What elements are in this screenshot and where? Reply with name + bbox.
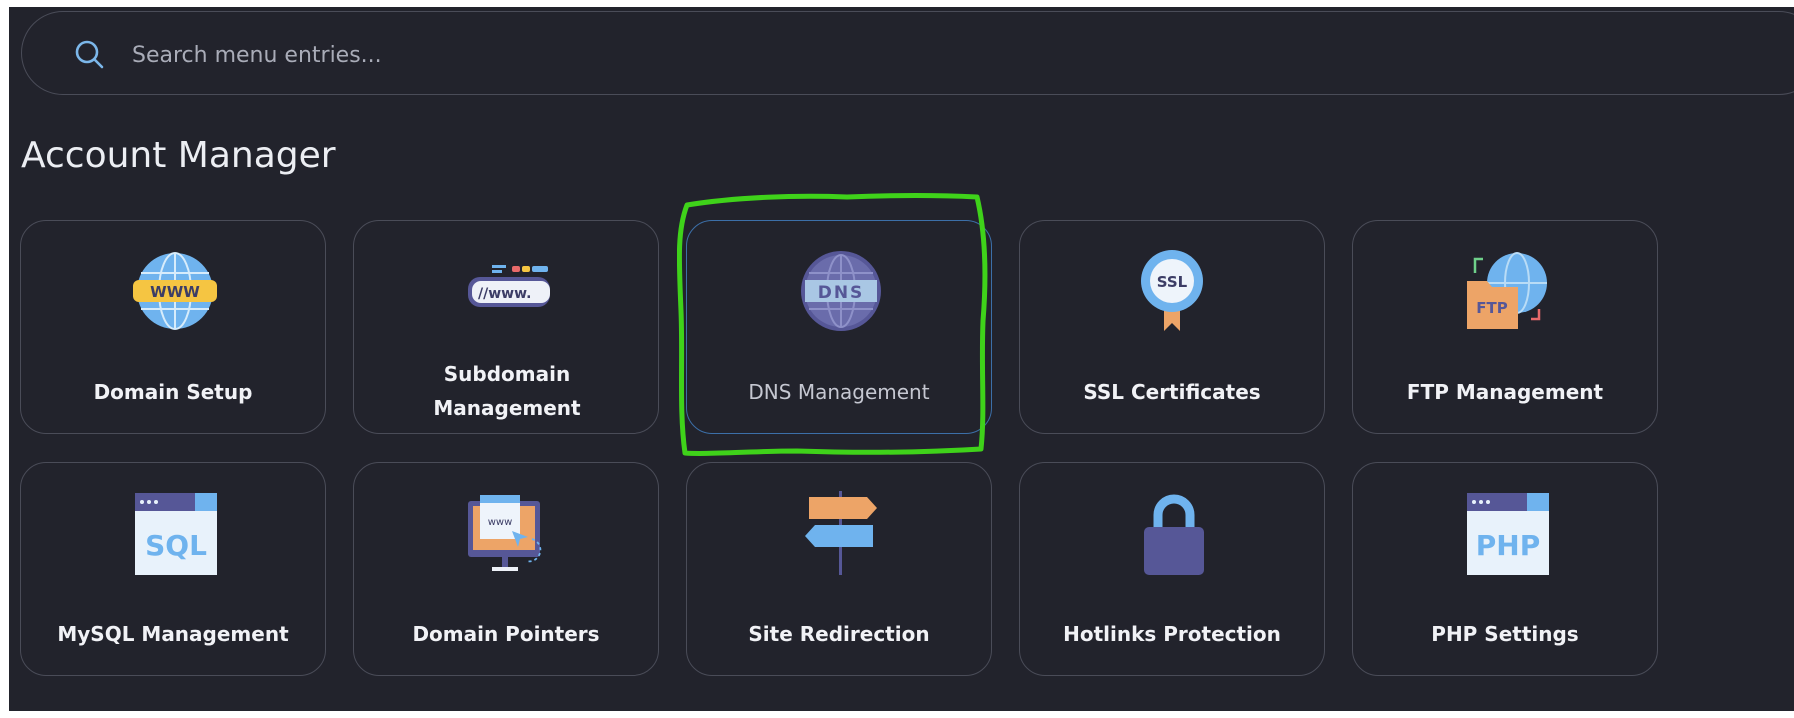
tile-label: Domain Setup [93, 380, 253, 404]
svg-text:FTP: FTP [1476, 299, 1507, 317]
tile-label: SSL Certificates [1083, 380, 1261, 404]
section-title: Account Manager [21, 135, 336, 176]
www-globe-icon: WWW [133, 252, 217, 330]
tile-ftp-management[interactable]: FTP FTP Management [1352, 220, 1658, 434]
tile-mysql-management[interactable]: SQL MySQL Management [20, 462, 326, 676]
tile-label: Subdomain Management [433, 362, 581, 420]
svg-text:PHP: PHP [1476, 529, 1540, 562]
svg-text:DNS: DNS [818, 283, 865, 303]
search-input[interactable] [130, 34, 834, 76]
tile-hotlinks-protection[interactable]: Hotlinks Protection [1019, 462, 1325, 676]
tile-php-settings[interactable]: PHP PHP Settings [1352, 462, 1658, 676]
svg-text:www: www [488, 517, 513, 528]
monitor-www-icon: www [468, 495, 542, 571]
tile-label: FTP Management [1406, 380, 1604, 404]
tile-ssl-certificates[interactable]: SSL SSL Certificates [1019, 220, 1325, 434]
padlock-icon [1144, 494, 1204, 575]
search-bar[interactable] [21, 11, 1794, 95]
tile-label: Hotlinks Protection [1063, 622, 1281, 646]
tile-label: Domain Pointers [412, 622, 600, 646]
bottom-margin [0, 711, 1794, 718]
tile-label: Site Redirection [748, 622, 930, 646]
ssl-badge-icon: SSL [1141, 250, 1203, 331]
sql-window-icon: SQL [135, 493, 217, 575]
tile-domain-pointers[interactable]: www Domain Pointers [353, 462, 659, 676]
tile-label: DNS Management [748, 380, 930, 404]
ftp-folder-icon: FTP [1467, 252, 1547, 329]
tile-dns-management[interactable]: DNS DNS Management [686, 220, 992, 434]
tile-site-redirection[interactable]: Site Redirection [686, 462, 992, 676]
svg-text:SSL: SSL [1157, 273, 1188, 291]
svg-text://www.: //www. [478, 286, 531, 302]
app-frame: Account Manager WWW Domain Setup [9, 7, 1794, 718]
tile-label: PHP Settings [1431, 622, 1579, 646]
dns-globe-icon: DNS [801, 251, 881, 331]
www-address-bar-icon: //www. [468, 265, 550, 307]
signpost-icon [805, 491, 877, 575]
php-window-icon: PHP [1467, 493, 1549, 575]
search-icon [75, 40, 104, 69]
tile-label: MySQL Management [57, 622, 289, 646]
tile-domain-setup[interactable]: WWW Domain Setup [20, 220, 326, 434]
svg-text:WWW: WWW [150, 283, 200, 301]
tile-subdomain-management[interactable]: //www. Subdomain Management [353, 220, 659, 434]
svg-text:SQL: SQL [145, 529, 207, 562]
